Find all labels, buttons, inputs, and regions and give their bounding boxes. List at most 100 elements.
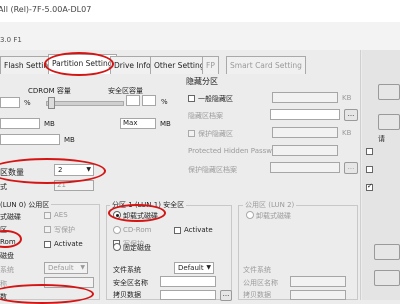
lun0-rom-label: Rom xyxy=(0,238,16,246)
tab-partition-setting[interactable]: Partition Setting xyxy=(48,54,117,75)
lun0-copy-label: 数 xyxy=(0,293,7,301)
general-hidden-label: 一般隐藏区 xyxy=(198,95,233,103)
lun0-name-label: 称 xyxy=(0,280,7,288)
cdrom-capacity-label: CDROM 容量 xyxy=(28,87,71,95)
right-button-4[interactable] xyxy=(374,270,400,286)
lun0-fs-value: Default xyxy=(48,264,74,272)
public-percent-input[interactable] xyxy=(0,97,20,108)
tab-fp[interactable]: FP xyxy=(202,56,219,74)
chevron-down-icon: ▼ xyxy=(206,264,211,271)
lun0-fs-select[interactable]: Default ▼ xyxy=(44,262,88,274)
lun1-activate-label: Activate xyxy=(184,226,213,234)
secure-percent-input[interactable] xyxy=(142,95,156,106)
lun0-fs-label: 系统 xyxy=(0,266,14,274)
partition-count-value: 2 xyxy=(58,166,63,174)
chevron-down-icon: ▼ xyxy=(86,166,91,173)
protected-file-label: 保护隐藏区档案 xyxy=(188,166,237,174)
lun2-copy-label: 拷贝数据 xyxy=(243,291,271,299)
protected-password-label: Protected Hidden Password xyxy=(188,147,284,155)
lun1-copy-label: 拷贝数据 xyxy=(113,291,141,299)
protect-hidden-size-input[interactable] xyxy=(272,127,338,138)
cdrom-percent-input[interactable] xyxy=(126,95,140,106)
lun2-fs-label: 文件系统 xyxy=(243,266,271,274)
public-mb-input-2[interactable] xyxy=(0,134,60,145)
right-checkbox-2[interactable] xyxy=(366,166,373,173)
lun1-name-input[interactable] xyxy=(160,276,216,287)
chevron-down-icon: ▼ xyxy=(80,264,85,271)
style-label: 式 xyxy=(0,183,7,191)
lun0-title: (LUN 0) 公用区 xyxy=(0,200,52,210)
cdrom-slider-track[interactable] xyxy=(46,101,124,106)
lun0-removable-label: 式磁碟 xyxy=(0,213,21,221)
lun2-removable-radio[interactable] xyxy=(246,211,254,219)
lun1-fs-label: 文件系统 xyxy=(113,266,141,274)
lun2-title: 公用区 (LUN 2) xyxy=(243,200,297,210)
lun1-removable-label: 卸载式磁碟 xyxy=(123,212,158,220)
public-mb-input[interactable] xyxy=(0,118,40,129)
lun1-title: 分区 1 (LUN 1) 安全区 xyxy=(110,200,187,210)
tab-drive-info[interactable]: Drive Info xyxy=(110,56,155,74)
secure-max-input[interactable]: Max xyxy=(120,118,156,129)
lun0-write-protect-label: 写保护 xyxy=(54,226,75,234)
tab-strip: Flash Setting Partition Setting Drive In… xyxy=(0,54,320,75)
general-hidden-checkbox[interactable] xyxy=(188,95,195,102)
protect-hidden-label: 保护隐藏区 xyxy=(198,130,233,138)
lun1-fs-value: Default xyxy=(178,264,204,272)
hidden-file-label: 隐藏区档案 xyxy=(188,112,223,120)
public-percent-unit: % xyxy=(24,99,31,107)
lun1-copy-browse-button[interactable]: ... xyxy=(220,290,232,301)
style-input[interactable]: 21 xyxy=(54,180,94,191)
lun2-name-label: 公用区名称 xyxy=(243,279,278,287)
hidden-partition-title: 隐藏分区 xyxy=(186,77,218,86)
lun1-copy-input[interactable] xyxy=(160,290,216,300)
lun1-fixed-radio[interactable] xyxy=(113,243,121,251)
public-mb-unit: MB xyxy=(44,120,55,128)
right-button-1[interactable] xyxy=(378,84,400,100)
lun2-copy-input[interactable] xyxy=(290,290,346,300)
right-hint-label: 请 xyxy=(378,135,385,143)
lun0-aes-checkbox[interactable] xyxy=(44,212,51,219)
protect-hidden-kb: KB xyxy=(342,129,352,137)
right-checkbox-1[interactable] xyxy=(366,148,373,155)
right-button-2[interactable] xyxy=(378,114,400,130)
hidden-file-browse-button[interactable]: ... xyxy=(344,109,358,121)
general-hidden-kb: KB xyxy=(342,94,352,102)
protected-file-browse-button[interactable]: ... xyxy=(344,162,358,174)
partition-count-select[interactable]: 2 ▼ xyxy=(54,164,94,176)
lun1-fixed-label: 固定磁盘 xyxy=(123,244,151,252)
lun1-name-label: 安全区名称 xyxy=(113,279,148,287)
lun0-protect-label: 区 xyxy=(0,226,7,234)
tab-other-setting[interactable]: Other Setting xyxy=(150,56,209,74)
lun0-aes-label: AES xyxy=(54,211,68,219)
lun2-removable-label: 卸载式磁碟 xyxy=(256,212,291,220)
right-button-3[interactable] xyxy=(374,244,400,260)
window-title: All (Rel)-7F-5.00A-DL07 xyxy=(0,5,92,14)
right-checkbox-3[interactable] xyxy=(366,182,373,191)
cdrom-slider-thumb[interactable] xyxy=(48,97,55,109)
divider xyxy=(360,50,361,300)
secure-mb-unit: MB xyxy=(160,120,171,128)
version-label: 3.0 F1 xyxy=(0,36,22,44)
public-mb-unit-2: MB xyxy=(64,136,75,144)
lun1-cdrom-label: CD-Rom xyxy=(123,226,152,234)
lun1-activate-checkbox[interactable] xyxy=(174,227,181,234)
protected-password-input[interactable] xyxy=(272,145,338,156)
secure-capacity-label: 安全区容量 xyxy=(108,87,143,95)
lun1-cdrom-radio[interactable] xyxy=(113,226,121,234)
protected-file-input[interactable] xyxy=(270,162,340,173)
lun1-fs-select[interactable]: Default ▼ xyxy=(174,262,214,274)
lun0-activate-checkbox[interactable] xyxy=(44,241,51,248)
general-hidden-size-input[interactable] xyxy=(272,92,338,103)
hidden-file-input[interactable] xyxy=(270,109,340,120)
lun2-name-input[interactable] xyxy=(290,276,346,287)
lun1-removable-radio[interactable] xyxy=(113,211,121,219)
lun0-activate-label: Activate xyxy=(54,240,83,248)
tab-smart-card-setting[interactable]: Smart Card Setting xyxy=(226,56,306,74)
lun0-name-input[interactable] xyxy=(44,277,94,288)
secure-percent-unit: % xyxy=(161,98,168,106)
lun0-fixed-label: 磁盘 xyxy=(0,252,14,260)
lun0-write-protect-checkbox[interactable] xyxy=(44,226,51,233)
version-bar: 3.0 F1 xyxy=(0,22,400,50)
protect-hidden-checkbox[interactable] xyxy=(188,130,195,137)
window-titlebar: All (Rel)-7F-5.00A-DL07 xyxy=(0,0,400,23)
